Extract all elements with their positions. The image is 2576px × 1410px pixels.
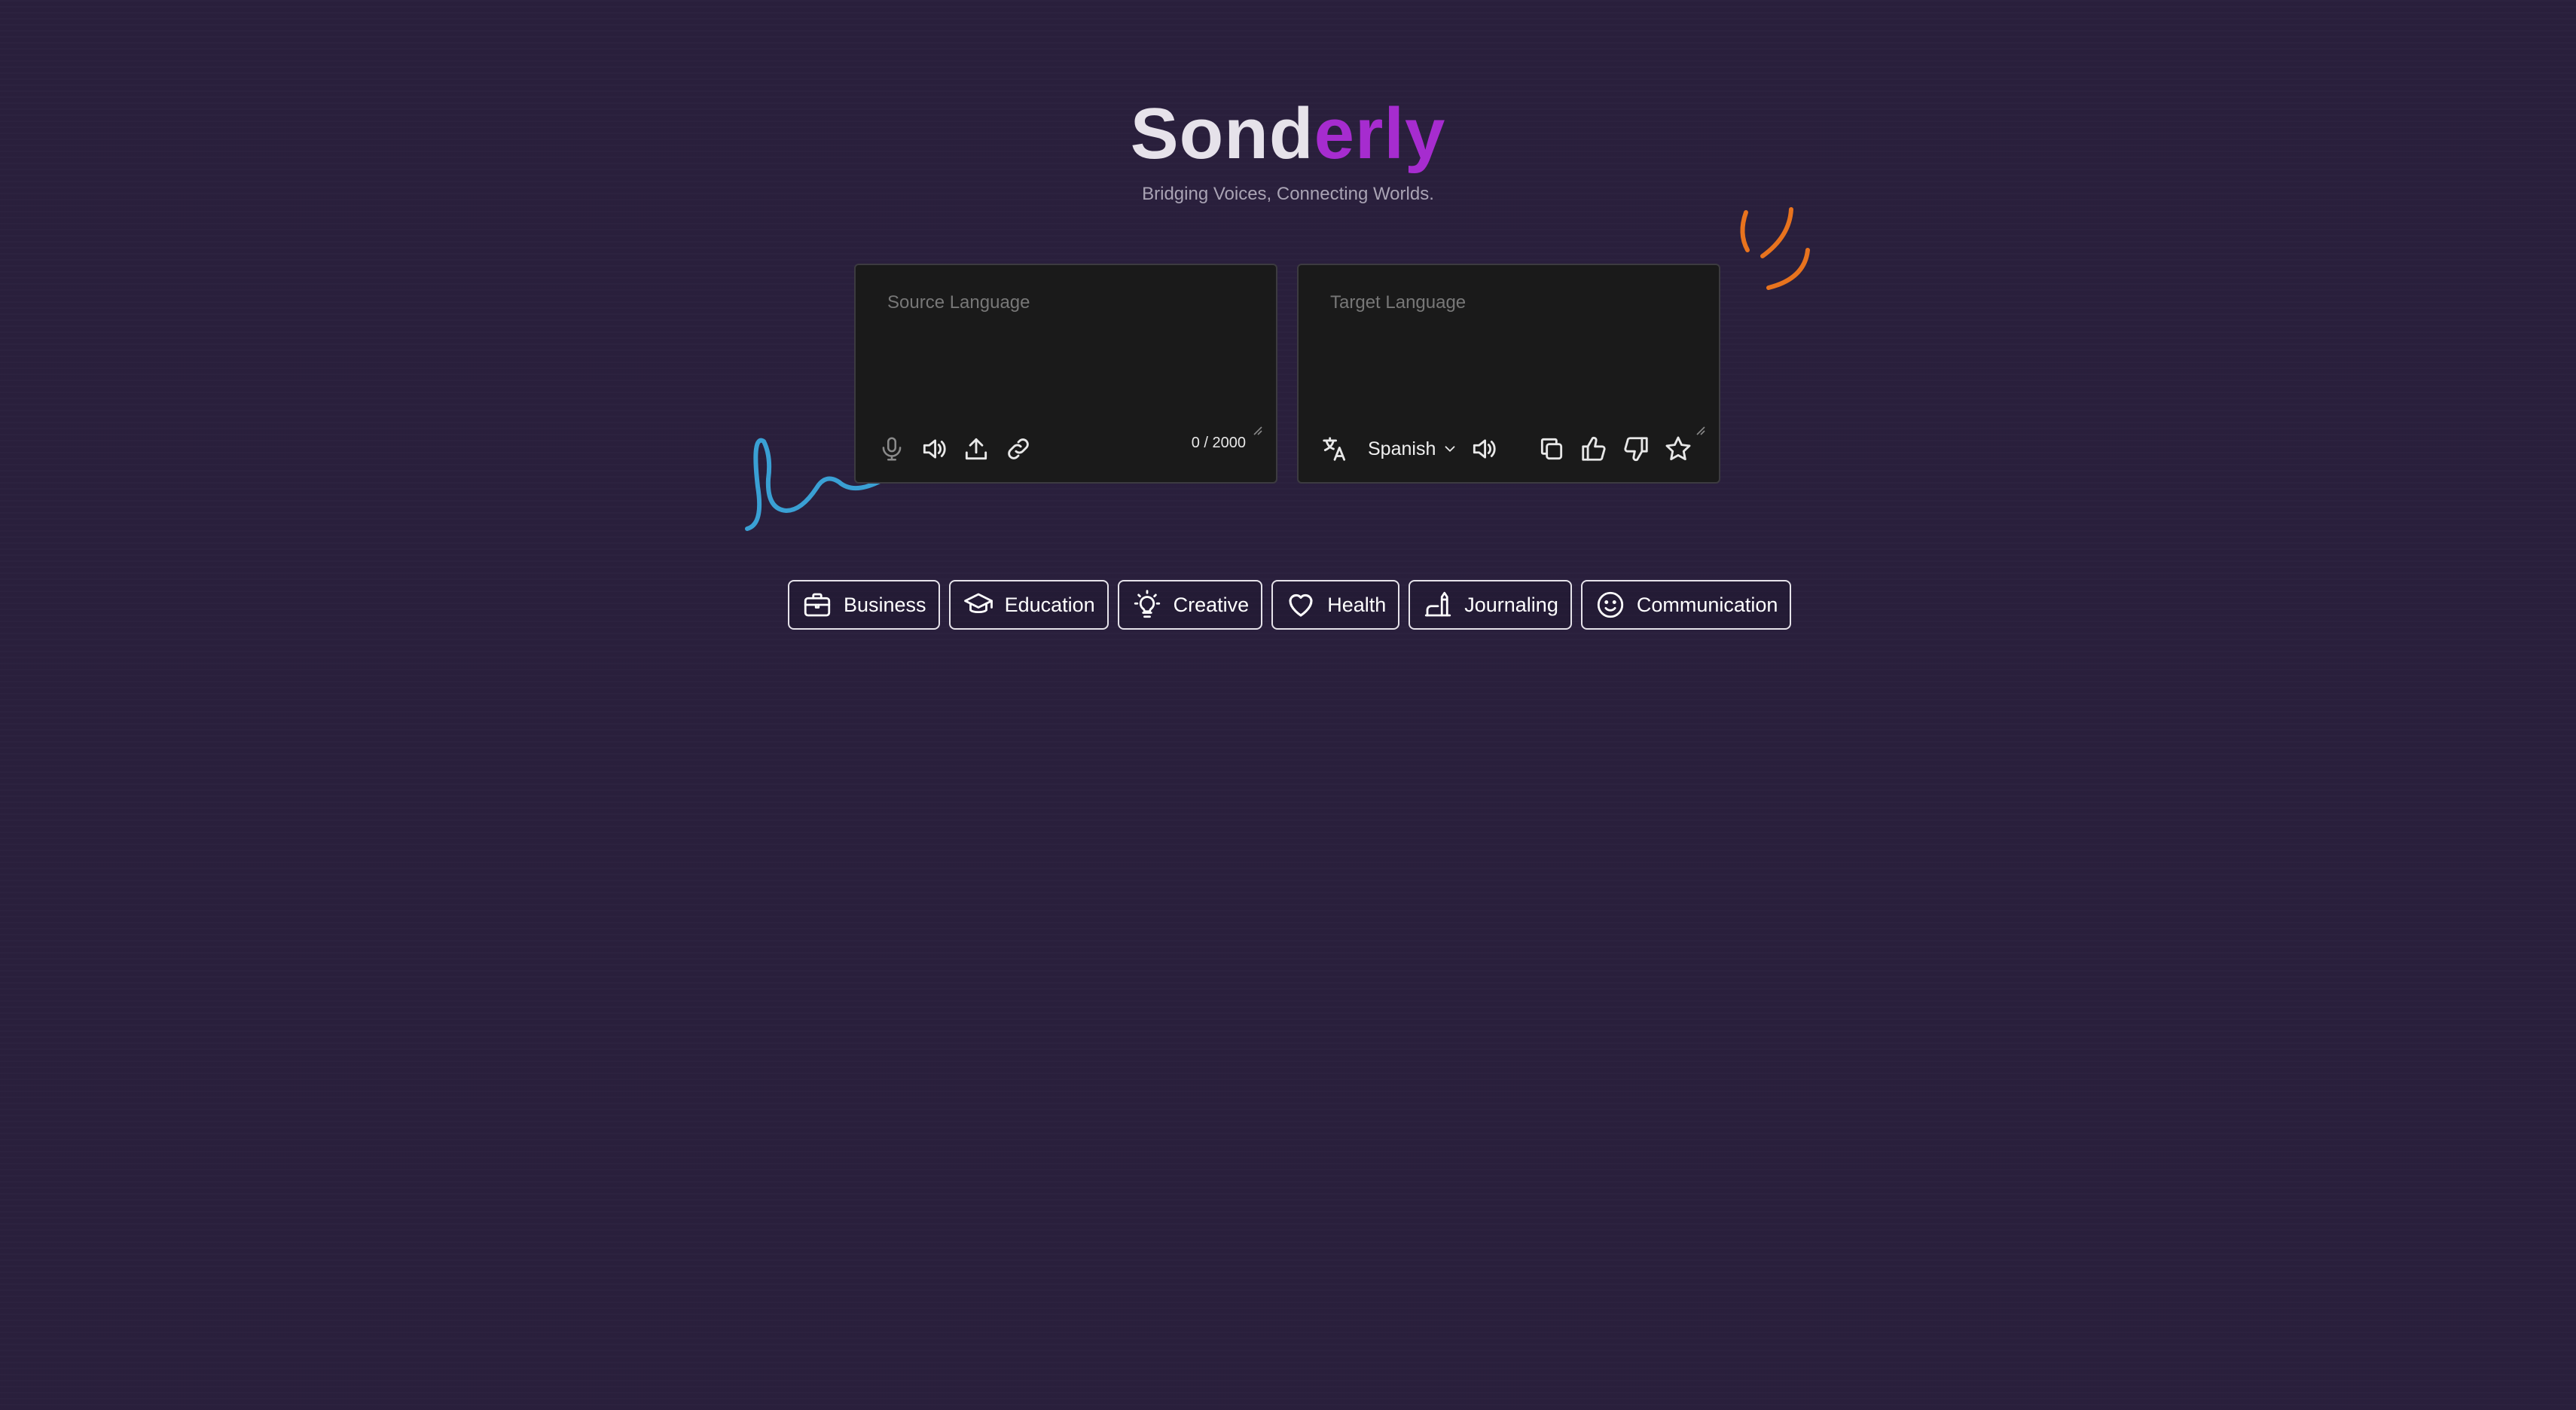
target-speak-button[interactable] — [1464, 429, 1503, 468]
briefcase-icon — [804, 593, 831, 617]
favorite-button[interactable] — [1659, 429, 1698, 468]
thumbs-down-button[interactable] — [1616, 429, 1656, 468]
copy-button[interactable] — [1532, 429, 1571, 468]
thumbs-up-button[interactable] — [1574, 429, 1613, 468]
category-education[interactable]: Education — [948, 580, 1109, 630]
category-label: Communication — [1636, 593, 1778, 616]
pen-icon — [1425, 591, 1451, 617]
logo-part-1: Sond — [1130, 93, 1314, 174]
translate-icon — [1323, 437, 1346, 461]
orange-squiggle-decoration — [1740, 207, 1810, 290]
target-language-select[interactable]: Spanish — [1368, 438, 1458, 460]
lightbulb-icon — [1134, 590, 1160, 618]
character-counter: 0 / 2000 — [1191, 434, 1246, 451]
translate-button[interactable] — [1315, 429, 1354, 468]
target-text-output[interactable] — [1329, 291, 1693, 407]
link-button[interactable] — [999, 429, 1038, 468]
app-logo: Sonderly — [0, 89, 2576, 179]
source-panel: 0 / 2000 — [854, 264, 1277, 484]
star-icon — [1665, 436, 1691, 461]
source-speak-button[interactable] — [914, 429, 954, 468]
category-label: Education — [1004, 593, 1095, 616]
category-label: Health — [1327, 593, 1387, 616]
thumbs-up-icon — [1582, 436, 1607, 461]
category-journaling[interactable]: Journaling — [1409, 580, 1572, 630]
source-toolbar: 0 / 2000 — [872, 429, 1259, 468]
tagline: Bridging Voices, Connecting Worlds. — [1142, 184, 1434, 204]
chevron-down-icon — [1445, 446, 1455, 452]
category-label: Journaling — [1464, 593, 1558, 616]
category-list: Business Education Creative Health Journ… — [788, 580, 1792, 630]
upload-button[interactable] — [957, 429, 996, 468]
target-language-label: Spanish — [1368, 438, 1436, 459]
category-label: Creative — [1173, 593, 1250, 616]
speaker-icon — [923, 439, 946, 459]
thumbs-down-icon — [1624, 437, 1649, 462]
source-text-input[interactable] — [886, 291, 1250, 407]
category-label: Business — [844, 593, 926, 616]
microphone-button[interactable] — [872, 429, 911, 468]
microphone-icon — [882, 437, 902, 461]
logo-part-2: erly — [1314, 93, 1446, 174]
smile-icon — [1597, 591, 1623, 618]
copy-icon — [1541, 438, 1563, 460]
category-health[interactable]: Health — [1271, 580, 1400, 630]
target-panel: Spanish — [1297, 264, 1720, 484]
heart-icon — [1289, 594, 1313, 617]
category-creative[interactable]: Creative — [1117, 580, 1263, 630]
category-business[interactable]: Business — [788, 580, 940, 630]
graduation-cap-icon — [963, 593, 993, 614]
speaker-icon — [1473, 439, 1496, 459]
upload-icon — [965, 438, 987, 460]
target-toolbar: Spanish — [1315, 429, 1702, 468]
link-icon — [1008, 438, 1029, 459]
category-communication[interactable]: Communication — [1580, 580, 1792, 630]
